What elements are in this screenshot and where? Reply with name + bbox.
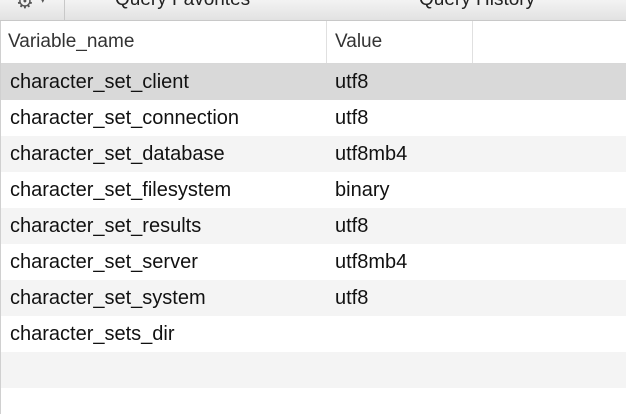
tab-query-favorites[interactable]: Query Favorites	[115, 0, 250, 20]
variables-panel: ⚙ ▾ Query Favorites Query History Variab…	[0, 0, 626, 414]
variable-name-cell: character_set_database	[10, 143, 225, 165]
table-row[interactable]: character_set_client utf8	[0, 64, 626, 100]
panel-divider	[0, 21, 1, 414]
query-tab-bar: ⚙ ▾ Query Favorites Query History	[0, 0, 626, 21]
variable-value-cell: utf8mb4	[335, 143, 408, 165]
variable-name-cell: character_set_filesystem	[10, 179, 232, 201]
variable-name-cell: character_set_server	[10, 251, 198, 273]
column-header-variable-name[interactable]: Variable_name	[0, 21, 327, 63]
empty-table-row	[0, 388, 626, 414]
table-header: Variable_name Value	[0, 21, 626, 64]
variable-name-cell: character_set_results	[10, 215, 202, 237]
table-row[interactable]: character_set_server utf8mb4	[0, 244, 626, 280]
table-row[interactable]: character_set_results utf8	[0, 208, 626, 244]
empty-table-row	[0, 352, 626, 388]
variables-table-body: character_set_client utf8 character_set_…	[0, 64, 626, 414]
table-row[interactable]: character_set_connection utf8	[0, 100, 626, 136]
variable-value-cell: utf8	[335, 215, 369, 237]
variable-name-cell: character_set_system	[10, 287, 206, 309]
column-header-value[interactable]: Value	[327, 21, 473, 63]
chevron-down-icon: ▾	[40, 0, 46, 6]
table-row[interactable]: character_set_system utf8	[0, 280, 626, 316]
variable-value-cell: binary	[335, 179, 390, 201]
variable-value-cell: utf8	[335, 287, 369, 309]
gear-icon: ⚙	[16, 0, 34, 13]
gear-menu-button[interactable]: ⚙ ▾	[0, 0, 65, 20]
variable-name-cell: character_set_client	[10, 71, 189, 93]
variable-value-cell: utf8mb4	[335, 251, 408, 273]
variable-value-cell: utf8	[335, 71, 369, 93]
variable-name-cell: character_sets_dir	[10, 323, 175, 345]
table-row[interactable]: character_set_database utf8mb4	[0, 136, 626, 172]
variable-value-cell: utf8	[335, 107, 369, 129]
tab-query-history[interactable]: Query History	[419, 0, 535, 20]
table-row[interactable]: character_set_filesystem binary	[0, 172, 626, 208]
variable-name-cell: character_set_connection	[10, 107, 240, 129]
table-row[interactable]: character_sets_dir	[0, 316, 626, 352]
